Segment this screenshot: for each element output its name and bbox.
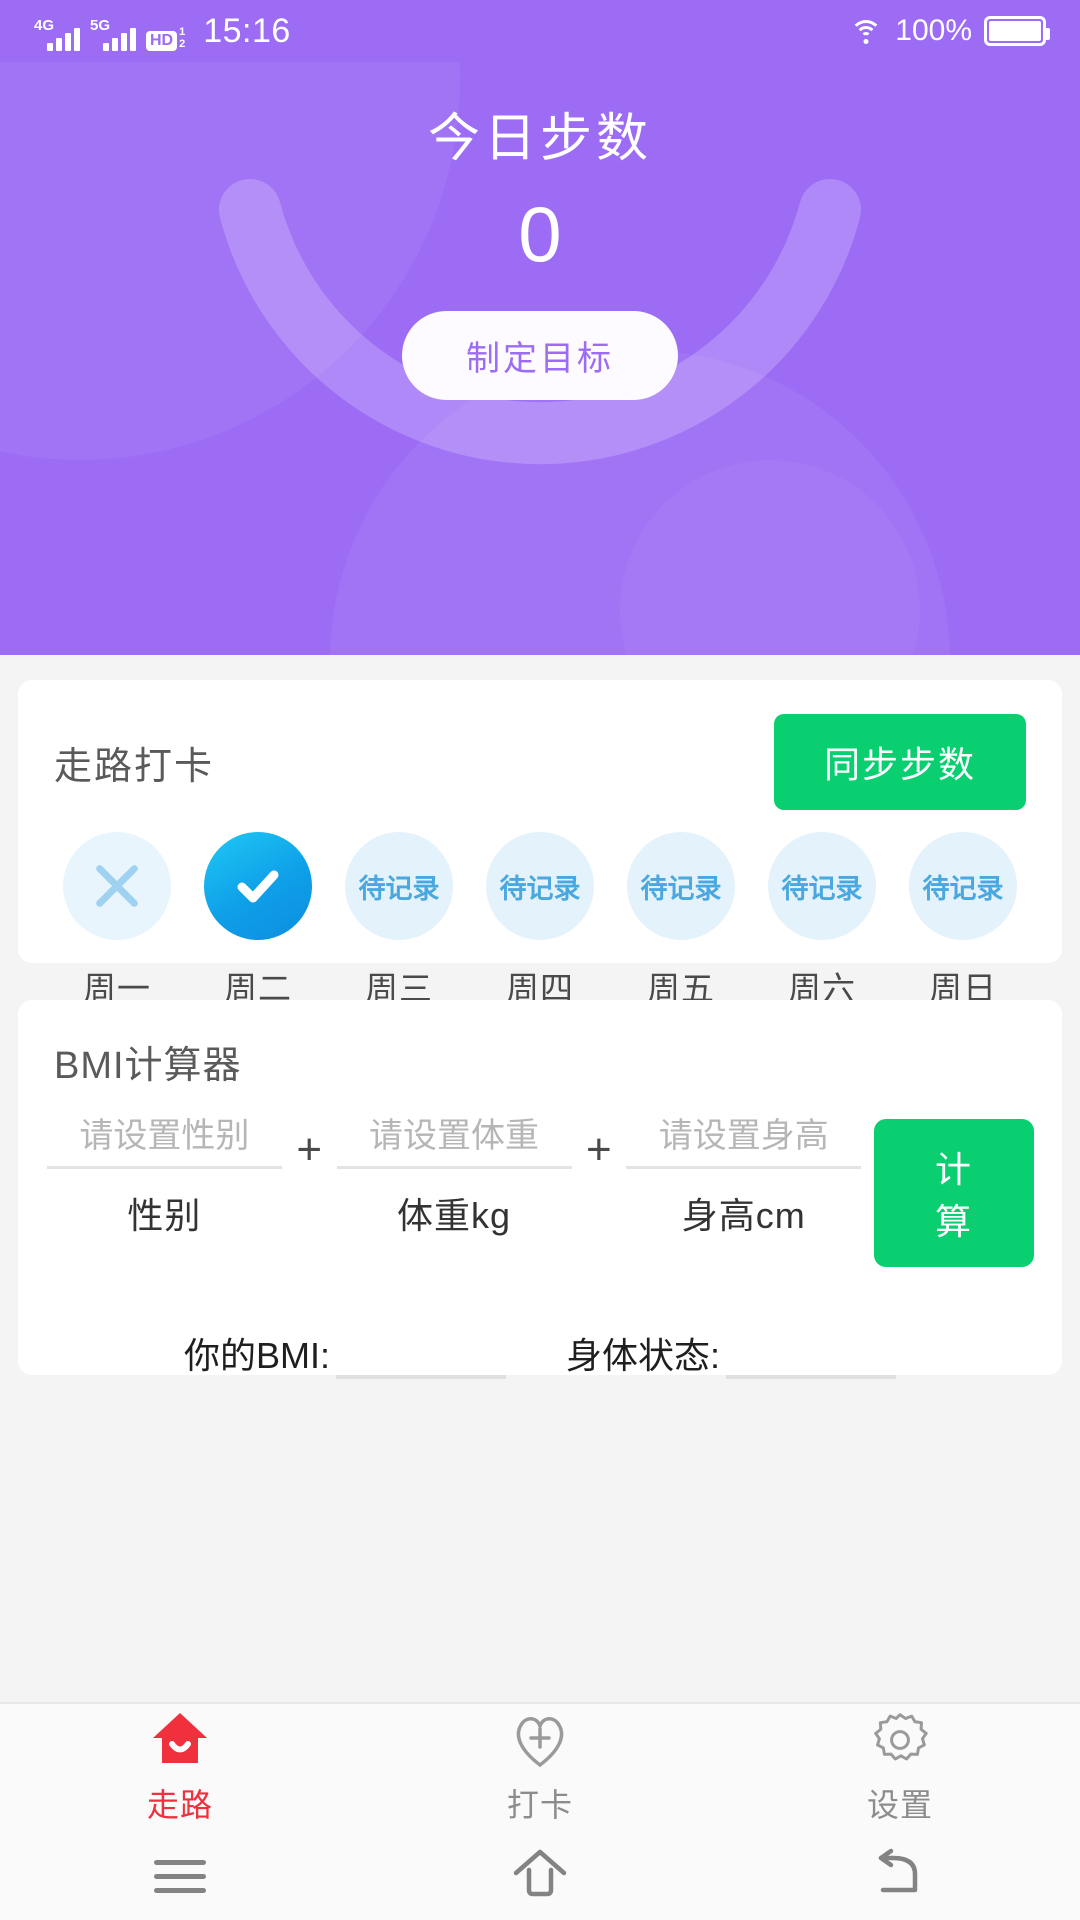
pending-badge: 待记录	[486, 832, 594, 940]
calculate-button[interactable]: 计算	[874, 1119, 1035, 1267]
tab-checkin-label: 打卡	[506, 1786, 573, 1823]
plus-separator-2: +	[586, 1125, 612, 1174]
body-state-label: 身体状态:	[566, 1335, 721, 1376]
back-arrow-icon	[871, 1848, 929, 1905]
pending-badge: 待记录	[909, 832, 1017, 940]
week-days-row: 周一 周二 待记录 周三 待记录 周四 待记录 周五 待记录 周六 待记录 周日	[18, 810, 1062, 1010]
day-checkin-1[interactable]: 周一	[48, 832, 186, 1010]
day-checkin-3[interactable]: 待记录 周三	[330, 832, 468, 1010]
bmi-result-value	[336, 1339, 506, 1379]
pending-label: 待记录	[640, 873, 722, 904]
sync-steps-button[interactable]: 同步步数	[773, 714, 1026, 810]
walk-card-header: 走路打卡 同步步数	[18, 680, 1062, 810]
gender-unit-label: 性别	[127, 1195, 202, 1236]
steps-header: 今日步数 0 制定目标	[0, 0, 1080, 655]
menu-icon	[154, 1851, 206, 1902]
gender-input[interactable]	[46, 1117, 282, 1169]
step-count: 0	[518, 190, 562, 278]
app-root: 今日步数 0 制定目标 4G 5G HD 1 2 15:16 100% 走路打卡…	[0, 0, 1080, 1920]
bottom-tab-bar: 走路 打卡 设置	[0, 1702, 1080, 1832]
tab-walk[interactable]: 走路	[0, 1711, 360, 1826]
pending-label: 待记录	[358, 873, 440, 904]
walk-card-title: 走路打卡	[54, 745, 215, 788]
day-checkin-2[interactable]: 周二	[189, 832, 327, 1010]
android-system-nav	[0, 1832, 1080, 1920]
pending-label: 待记录	[781, 873, 863, 904]
check-icon	[204, 832, 312, 940]
bmi-calculator-card: BMI计算器 性别 + 体重kg + 身高cm 计算 你的BMI:	[18, 1000, 1062, 1379]
page-title: 今日步数	[427, 110, 652, 168]
plus-separator-1: +	[296, 1125, 323, 1174]
tab-settings[interactable]: 设置	[720, 1711, 1080, 1826]
weight-unit-label: 体重kg	[397, 1195, 512, 1236]
home-outline-icon	[511, 1848, 569, 1905]
bmi-result-label: 你的BMI:	[183, 1335, 330, 1376]
home-icon	[149, 1711, 211, 1774]
height-field: 身高cm	[625, 1117, 862, 1239]
bmi-results-row: 你的BMI: 身体状态:	[18, 1267, 1062, 1379]
gear-icon	[869, 1711, 931, 1774]
header-content: 今日步数 0 制定目标	[0, 0, 1080, 400]
tab-walk-label: 走路	[146, 1786, 213, 1823]
day-checkin-4[interactable]: 待记录 周四	[471, 832, 609, 1010]
gender-field: 性别	[46, 1117, 283, 1239]
bmi-result: 你的BMI:	[184, 1327, 506, 1379]
day-checkin-6[interactable]: 待记录 周六	[753, 832, 891, 1010]
walk-checkin-card: 走路打卡 同步步数 周一 周二 待记录 周三 待记录 周四 待记录 周五 待记录 周六 待记录 周日	[18, 680, 1062, 1007]
bmi-input-row: 性别 + 体重kg + 身高cm 计算	[18, 1089, 1062, 1267]
pending-label: 待记录	[499, 873, 581, 904]
pending-badge: 待记录	[345, 832, 453, 940]
height-unit-label: 身高cm	[681, 1195, 806, 1236]
weight-input[interactable]	[336, 1117, 572, 1169]
set-goal-button[interactable]: 制定目标	[402, 311, 678, 400]
pending-badge: 待记录	[768, 832, 876, 940]
menu-button[interactable]	[0, 1851, 360, 1902]
heart-plus-icon	[509, 1711, 571, 1774]
tab-checkin[interactable]: 打卡	[360, 1711, 720, 1826]
day-checkin-5[interactable]: 待记录 周五	[612, 832, 750, 1010]
back-button[interactable]	[720, 1848, 1080, 1905]
weight-field: 体重kg	[336, 1117, 573, 1239]
height-input[interactable]	[626, 1117, 862, 1169]
day-checkin-7[interactable]: 待记录 周日	[894, 832, 1032, 1010]
body-state-value	[726, 1339, 897, 1379]
body-state-result: 身体状态:	[566, 1327, 897, 1379]
pending-badge: 待记录	[627, 832, 735, 940]
bmi-card-title: BMI计算器	[54, 1045, 242, 1087]
pending-label: 待记录	[922, 873, 1004, 904]
tab-settings-label: 设置	[866, 1786, 933, 1823]
close-icon	[63, 832, 171, 940]
home-button[interactable]	[360, 1848, 720, 1905]
